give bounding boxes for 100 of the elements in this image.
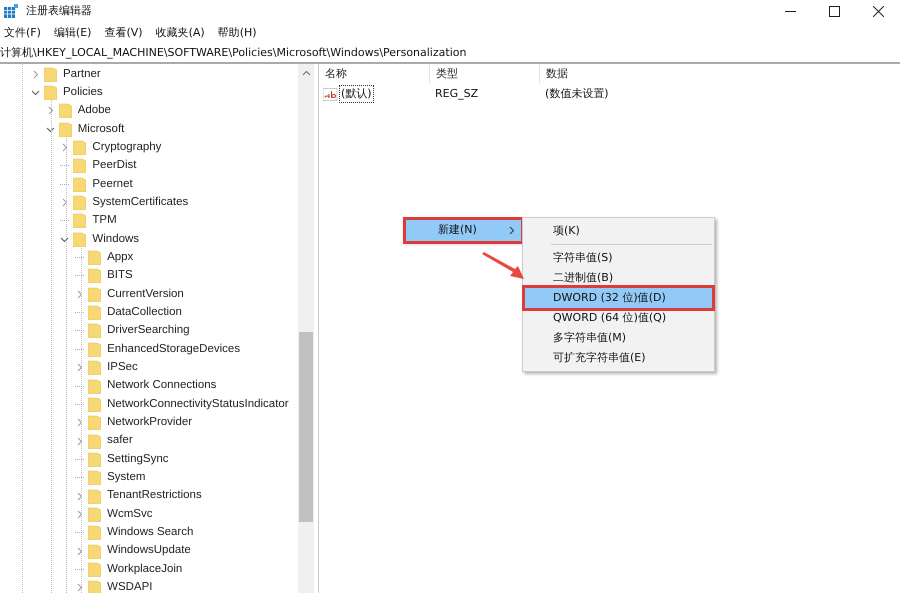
tree-item[interactable]: SettingSync bbox=[107, 450, 168, 468]
folder-icon bbox=[88, 323, 102, 338]
tree-item[interactable]: Partner bbox=[63, 66, 101, 83]
menu-entry[interactable]: 二进制值(B) bbox=[525, 268, 712, 288]
menu-entry[interactable]: DWORD (32 位)值(D) bbox=[525, 288, 712, 308]
scroll-up-icon[interactable] bbox=[302, 69, 310, 78]
folder-icon bbox=[58, 103, 72, 118]
maximize-icon bbox=[828, 6, 840, 16]
chevron-right-icon[interactable] bbox=[75, 436, 84, 446]
menu-entry[interactable]: 字符串值(S) bbox=[525, 248, 712, 268]
tree-item[interactable]: TenantRestrictions bbox=[107, 487, 202, 505]
tree-item[interactable]: Network Connections bbox=[107, 377, 216, 395]
menu-item[interactable]: 文件(F) bbox=[4, 24, 41, 42]
folder-icon bbox=[73, 213, 86, 228]
folder-icon bbox=[58, 122, 72, 137]
tree-item[interactable]: EnhancedStorageDevices bbox=[107, 340, 240, 358]
menu-item[interactable]: 查看(V) bbox=[104, 24, 143, 42]
tree-item[interactable]: IPSec bbox=[107, 359, 138, 376]
folder-icon bbox=[73, 158, 86, 174]
chevron-down-icon[interactable] bbox=[31, 88, 40, 98]
menu-entry[interactable]: 多字符串值(M) bbox=[525, 328, 712, 348]
chevron-right-icon[interactable] bbox=[75, 546, 84, 556]
column-header[interactable]: 类型 bbox=[429, 64, 539, 84]
folder-icon bbox=[88, 268, 102, 284]
tree-item[interactable]: Peernet bbox=[92, 176, 133, 193]
window-title: 注册表编辑器 bbox=[26, 2, 92, 19]
chevron-right-icon[interactable] bbox=[46, 106, 55, 116]
folder-icon bbox=[88, 470, 102, 486]
value-type: REG_SZ bbox=[434, 86, 480, 102]
folder-icon bbox=[88, 396, 102, 412]
tree-item[interactable]: NetworkProvider bbox=[107, 414, 192, 432]
folder-icon bbox=[88, 250, 102, 266]
tree-item[interactable]: WSDAPI bbox=[107, 579, 152, 593]
tree-item[interactable]: Cryptography bbox=[92, 138, 162, 156]
folder-icon bbox=[88, 452, 102, 467]
pointer-arrow bbox=[481, 252, 525, 280]
column-header[interactable]: 名称 bbox=[319, 64, 429, 84]
tree-item[interactable]: NetworkConnectivityStatusIndicator bbox=[107, 396, 289, 413]
folder-icon bbox=[88, 286, 102, 302]
tree-item[interactable]: System bbox=[107, 469, 146, 486]
string-value-icon bbox=[323, 88, 338, 100]
scrollbar[interactable] bbox=[298, 64, 314, 593]
chevron-down-icon[interactable] bbox=[60, 234, 70, 244]
value-name[interactable]: (默认) bbox=[339, 84, 374, 104]
tree-item[interactable]: Windows bbox=[92, 230, 140, 248]
menu-entry[interactable]: 可扩充字符串值(E) bbox=[525, 348, 712, 368]
tree-item[interactable]: WcmSvc bbox=[107, 506, 152, 524]
folder-icon bbox=[73, 232, 86, 247]
folder-icon bbox=[88, 378, 102, 394]
tree-item[interactable]: WindowsUpdate bbox=[107, 542, 191, 560]
folder-icon bbox=[88, 305, 102, 320]
tree-item[interactable]: BITS bbox=[107, 267, 133, 285]
value-data: (数值未设置) bbox=[544, 86, 609, 102]
chevron-right-icon[interactable] bbox=[75, 510, 84, 519]
menu-entry[interactable]: 新建(N) bbox=[406, 220, 521, 241]
folder-icon bbox=[88, 488, 102, 504]
folder-icon bbox=[88, 506, 102, 522]
chevron-right-icon[interactable] bbox=[75, 290, 84, 299]
folder-icon bbox=[44, 85, 57, 100]
tree-item[interactable]: safer bbox=[107, 432, 133, 450]
registry-app-icon bbox=[4, 4, 18, 18]
scrollbar-thumb[interactable] bbox=[299, 332, 313, 522]
folder-icon bbox=[88, 544, 102, 559]
chevron-right-icon[interactable] bbox=[75, 583, 84, 592]
menu-item[interactable]: 编辑(E) bbox=[54, 24, 92, 42]
tree-item[interactable]: Adobe bbox=[78, 102, 111, 120]
chevron-right-icon[interactable] bbox=[60, 198, 70, 208]
close-icon bbox=[872, 6, 884, 16]
tree-item[interactable]: PeerDist bbox=[92, 157, 136, 175]
folder-icon bbox=[88, 580, 102, 593]
menu-entry[interactable]: QWORD (64 位)值(Q) bbox=[525, 308, 712, 328]
chevron-right-icon[interactable] bbox=[75, 492, 84, 501]
folder-icon bbox=[88, 415, 102, 430]
tree-item[interactable]: Policies bbox=[63, 84, 103, 102]
tree-item[interactable]: Windows Search bbox=[107, 524, 194, 542]
folder-icon bbox=[73, 140, 86, 156]
tree-item[interactable]: DataCollection bbox=[107, 304, 182, 322]
folder-icon bbox=[73, 195, 86, 210]
column-header[interactable]: 数据 bbox=[539, 64, 649, 84]
tree-item[interactable]: Microsoft bbox=[78, 120, 124, 138]
chevron-right-icon[interactable] bbox=[60, 143, 70, 152]
tree-item[interactable]: SystemCertificates bbox=[92, 194, 188, 212]
menu-item[interactable]: 收藏夹(A) bbox=[156, 24, 205, 42]
chevron-right-icon[interactable] bbox=[75, 418, 84, 428]
tree-item[interactable]: WorkplaceJoin bbox=[107, 560, 182, 578]
folder-icon bbox=[88, 562, 102, 577]
tree-item[interactable]: DriverSearching bbox=[107, 322, 190, 340]
menu-item[interactable]: 帮助(H) bbox=[218, 24, 257, 42]
menu-entry[interactable]: 项(K) bbox=[525, 221, 712, 241]
tree-item[interactable]: Appx bbox=[107, 248, 134, 266]
tree-item[interactable]: TPM bbox=[92, 212, 117, 230]
chevron-down-icon[interactable] bbox=[46, 124, 55, 134]
folder-icon bbox=[44, 66, 57, 82]
folder-icon bbox=[88, 360, 102, 376]
tree-item[interactable]: CurrentVersion bbox=[107, 286, 184, 303]
chevron-right-icon[interactable] bbox=[75, 363, 84, 372]
address-bar[interactable]: 计算机\HKEY_LOCAL_MACHINE\SOFTWARE\Policies\Microsoft\Windows\Personalization bbox=[0, 44, 900, 64]
folder-icon bbox=[73, 176, 86, 192]
folder-icon bbox=[88, 525, 102, 540]
chevron-right-icon[interactable] bbox=[31, 70, 40, 79]
